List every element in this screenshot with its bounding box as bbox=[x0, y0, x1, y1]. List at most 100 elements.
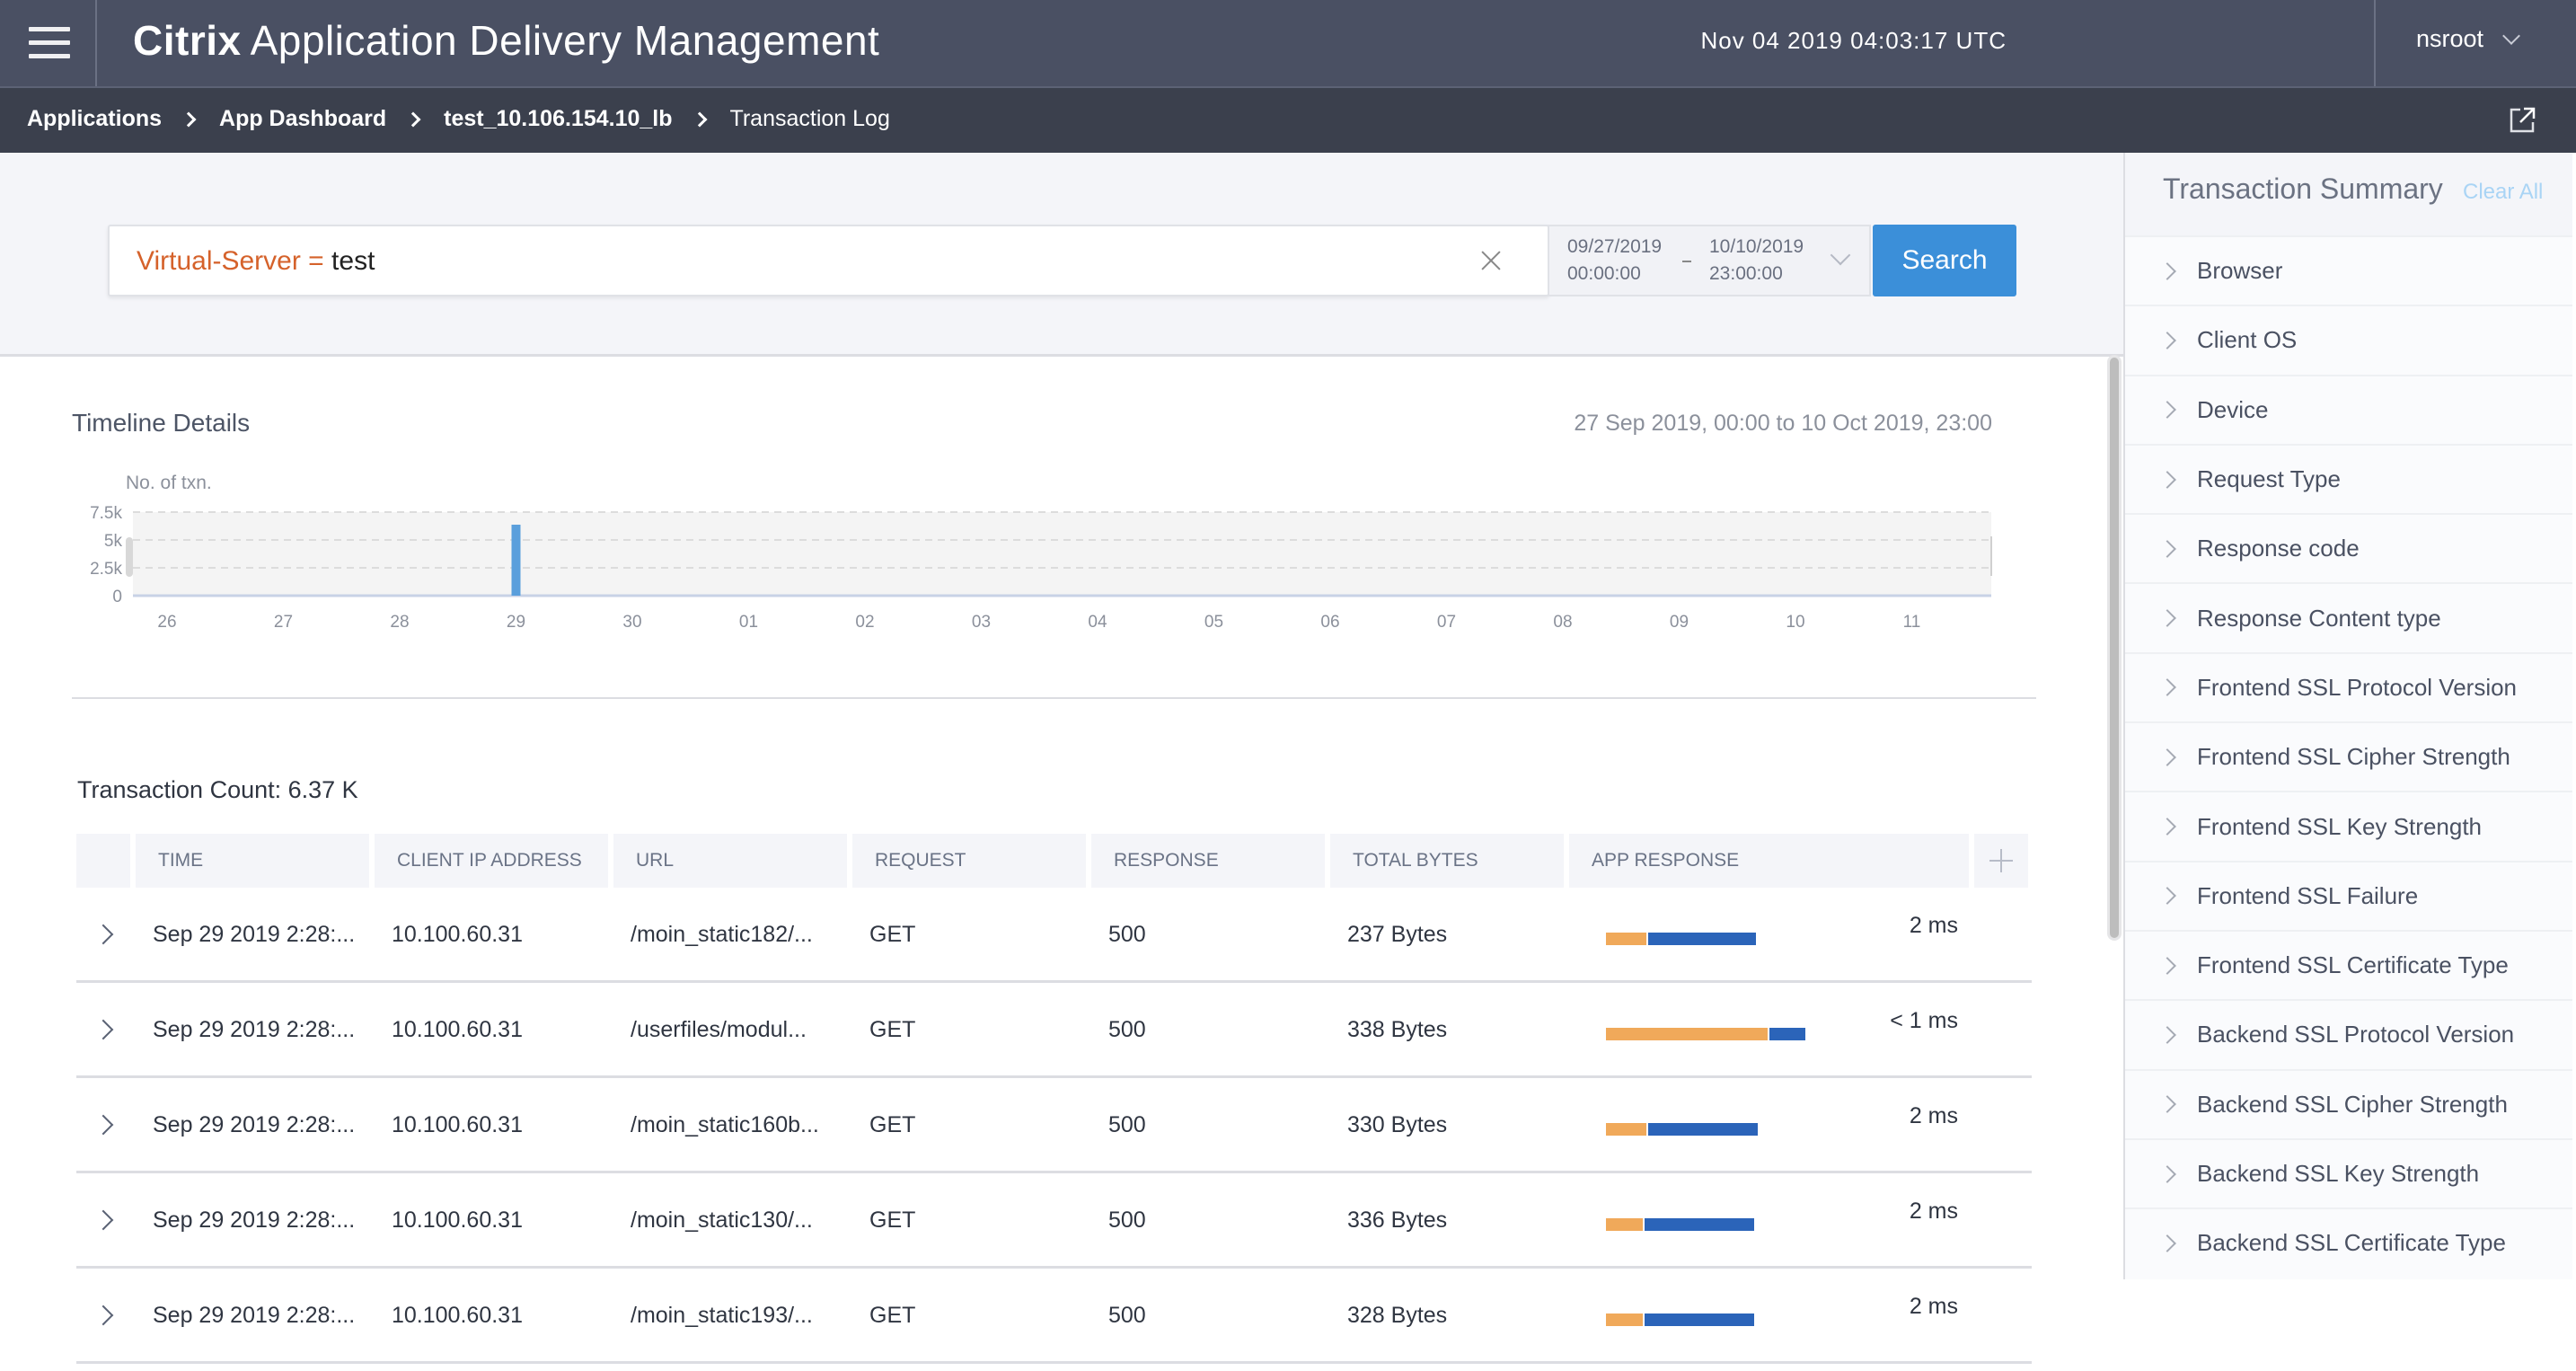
sidebar-header: Transaction Summary Clear All bbox=[2125, 153, 2572, 235]
sidebar-item-frontend-ssl-key-strength[interactable]: Frontend SSL Key Strength bbox=[2125, 791, 2572, 860]
scrollbar-thumb[interactable] bbox=[2110, 358, 2119, 938]
header-url[interactable]: URL bbox=[613, 834, 847, 888]
x-tick-label: 29 bbox=[507, 613, 525, 632]
cell-response: 500 bbox=[1108, 922, 1146, 947]
table-row[interactable]: Sep 29 2019 2:28:... 10.100.60.31/moin_st… bbox=[76, 1269, 2032, 1364]
sidebar-item-label: Response Content type bbox=[2197, 604, 2441, 632]
sidebar-item-response-code[interactable]: Response code bbox=[2125, 513, 2572, 582]
cell-time: Sep 29 2019 2:28:... bbox=[153, 1017, 356, 1042]
date-from-date: 09/27/2019 bbox=[1567, 236, 1663, 257]
cell-url: /userfiles/modul... bbox=[631, 1017, 807, 1042]
sidebar-item-label: Device bbox=[2197, 395, 2269, 423]
server-time-segment bbox=[1769, 1028, 1805, 1040]
cell-response: 500 bbox=[1108, 1112, 1146, 1137]
date-range-picker[interactable]: 09/27/2019 00:00:00 10/10/2019 23:00:00 bbox=[1548, 225, 1871, 296]
cell-url: /moin_static130/... bbox=[631, 1207, 813, 1233]
table-header: TIME CLIENT IP ADDRESS URL REQUEST RESPO… bbox=[76, 834, 2032, 888]
timeline-bar bbox=[511, 525, 521, 596]
sidebar-item-device[interactable]: Device bbox=[2125, 374, 2572, 444]
x-tick-label: 28 bbox=[390, 613, 409, 632]
timeline-chart[interactable]: No. of txn. 0 2.5k 5k 7.5k 26 27 28 29 30 01 02 03 04… bbox=[72, 467, 2012, 638]
transaction-count: Transaction Count: 6.37 K bbox=[77, 776, 358, 803]
chevron-right-icon[interactable] bbox=[76, 1288, 130, 1342]
sidebar-item-response-content-type[interactable]: Response Content type bbox=[2125, 582, 2572, 651]
sidebar-item-label: Response code bbox=[2197, 535, 2360, 562]
search-input[interactable]: Virtual-Server = test bbox=[108, 225, 1549, 296]
x-tick-label: 06 bbox=[1320, 613, 1339, 632]
header-response[interactable]: RESPONSE bbox=[1091, 834, 1325, 888]
chevron-right-icon bbox=[2158, 401, 2176, 420]
chevron-down-icon bbox=[1830, 244, 1851, 266]
close-icon[interactable] bbox=[1475, 244, 1507, 277]
sidebar-item-frontend-ssl-failure[interactable]: Frontend SSL Failure bbox=[2125, 860, 2572, 930]
sidebar-item-backend-ssl-protocol-version[interactable]: Backend SSL Protocol Version bbox=[2125, 999, 2572, 1068]
header-total-bytes[interactable]: TOTAL BYTES bbox=[1330, 834, 1564, 888]
breadcrumb-applications[interactable]: Applications bbox=[27, 106, 162, 132]
table-body: Sep 29 2019 2:28:... 10.100.60.31/moin_st… bbox=[76, 888, 2032, 1364]
chevron-right-icon bbox=[2158, 1234, 2176, 1252]
sidebar-item-backend-ssl-key-strength[interactable]: Backend SSL Key Strength bbox=[2125, 1137, 2572, 1207]
sidebar-item-frontend-ssl-certificate-type[interactable]: Frontend SSL Certificate Type bbox=[2125, 929, 2572, 999]
breadcrumb-app-dashboard[interactable]: App Dashboard bbox=[219, 106, 386, 132]
cell-client-ip: 10.100.60.31 bbox=[392, 1207, 523, 1233]
header-app-response[interactable]: APP RESPONSE bbox=[1569, 834, 1969, 888]
header-time[interactable]: TIME bbox=[136, 834, 369, 888]
cell-total-bytes: 338 Bytes bbox=[1347, 1017, 1448, 1042]
breadcrumb-bar: Applications App Dashboard test_10.106.1… bbox=[0, 88, 2576, 153]
sidebar-item-label: Client OS bbox=[2197, 326, 2298, 354]
sidebar-title: Transaction Summary bbox=[2163, 172, 2443, 205]
add-column-button[interactable] bbox=[1974, 834, 2028, 888]
table-row[interactable]: Sep 29 2019 2:28:... 10.100.60.31/moin_st… bbox=[76, 888, 2032, 983]
cell-response: 500 bbox=[1108, 1017, 1146, 1042]
product-name: Application Delivery Management bbox=[250, 17, 880, 64]
main-scrollbar[interactable] bbox=[2107, 355, 2122, 941]
search-button[interactable]: Search bbox=[1873, 225, 2016, 296]
client-time-segment bbox=[1606, 1028, 1769, 1040]
cell-total-bytes: 330 Bytes bbox=[1347, 1112, 1448, 1137]
cell-client-ip: 10.100.60.31 bbox=[392, 922, 523, 947]
clear-all-link[interactable]: Clear All bbox=[2463, 180, 2543, 205]
sidebar-item-backend-ssl-certificate-type[interactable]: Backend SSL Certificate Type bbox=[2125, 1207, 2572, 1277]
date-from: 09/27/2019 00:00:00 bbox=[1567, 234, 1662, 287]
sidebar-item-label: Frontend SSL Protocol Version bbox=[2197, 673, 2518, 701]
server-time-segment bbox=[1644, 1314, 1754, 1326]
filter-value: test bbox=[331, 246, 375, 276]
header-request[interactable]: REQUEST bbox=[852, 834, 1086, 888]
sidebar-item-request-type[interactable]: Request Type bbox=[2125, 443, 2572, 513]
cell-request: GET bbox=[869, 1303, 916, 1328]
server-time-segment bbox=[1647, 933, 1756, 945]
chevron-right-icon[interactable] bbox=[76, 907, 130, 961]
sidebar-item-label: Frontend SSL Cipher Strength bbox=[2197, 743, 2510, 771]
sidebar-list: Browser Client OS Device Request Type Respon… bbox=[2125, 235, 2572, 1277]
chevron-down-icon bbox=[2502, 26, 2520, 45]
client-time-segment bbox=[1606, 1123, 1647, 1136]
cell-time: Sep 29 2019 2:28:... bbox=[153, 1303, 356, 1328]
external-link-icon[interactable] bbox=[2508, 106, 2536, 135]
range-handle-left bbox=[126, 537, 133, 577]
sidebar-item-label: Browser bbox=[2197, 257, 2283, 285]
sidebar-item-client-os[interactable]: Client OS bbox=[2125, 305, 2572, 374]
y-tick-label: 5k bbox=[104, 532, 123, 551]
sidebar-item-backend-ssl-cipher-strength[interactable]: Backend SSL Cipher Strength bbox=[2125, 1068, 2572, 1138]
header-divider bbox=[2374, 0, 2376, 86]
sidebar-item-label: Frontend SSL Certificate Type bbox=[2197, 951, 2509, 979]
app-response-bar bbox=[1606, 1218, 1754, 1231]
chevron-right-icon[interactable] bbox=[76, 1003, 130, 1057]
date-to-time: 23:00:00 bbox=[1709, 263, 1783, 284]
header-client-ip[interactable]: CLIENT IP ADDRESS bbox=[375, 834, 608, 888]
table-row[interactable]: Sep 29 2019 2:28:... 10.100.60.31/moin_st… bbox=[76, 1173, 2032, 1269]
breadcrumb-virtual-server[interactable]: test_10.106.154.10_lb bbox=[444, 106, 672, 132]
hamburger-menu-button[interactable] bbox=[0, 0, 97, 86]
sidebar-item-frontend-ssl-cipher-strength[interactable]: Frontend SSL Cipher Strength bbox=[2125, 721, 2572, 791]
table-row[interactable]: Sep 29 2019 2:28:... 10.100.60.31/userfil… bbox=[76, 983, 2032, 1078]
sidebar-item-frontend-ssl-protocol-version[interactable]: Frontend SSL Protocol Version bbox=[2125, 651, 2572, 721]
sidebar-item-label: Frontend SSL Failure bbox=[2197, 881, 2419, 909]
table-row[interactable]: Sep 29 2019 2:28:... 10.100.60.31/moin_st… bbox=[76, 1078, 2032, 1173]
chevron-right-icon[interactable] bbox=[76, 1193, 130, 1247]
user-menu[interactable]: nsroot bbox=[2416, 25, 2520, 53]
transaction-summary-panel: Transaction Summary Clear All Browser Cli… bbox=[2123, 153, 2572, 1279]
chevron-right-icon[interactable] bbox=[76, 1098, 130, 1152]
sidebar-item-browser[interactable]: Browser bbox=[2125, 235, 2572, 305]
cell-client-ip: 10.100.60.31 bbox=[392, 1017, 523, 1042]
chevron-right-icon bbox=[2158, 332, 2176, 349]
